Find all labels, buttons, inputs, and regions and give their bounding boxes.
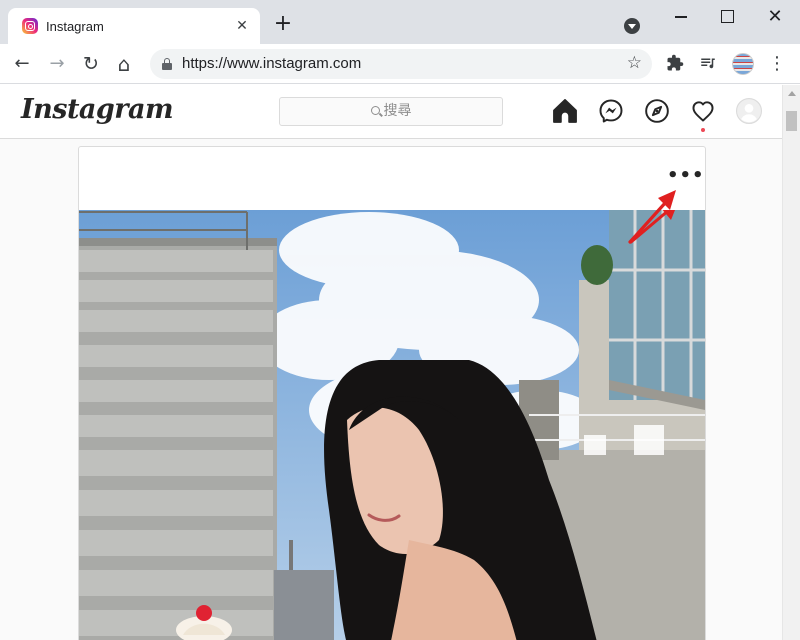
home-icon[interactable] bbox=[552, 98, 578, 124]
search-placeholder: 搜尋 bbox=[383, 103, 412, 119]
instagram-favicon-icon bbox=[22, 18, 38, 34]
browser-toolbar: ← → ↻ ⌂ https://www.instagram.com ☆ ⋮ bbox=[0, 44, 800, 84]
extensions-puzzle-icon[interactable] bbox=[665, 54, 685, 74]
url-text[interactable]: https://www.instagram.com bbox=[182, 55, 361, 72]
forward-button[interactable]: → bbox=[45, 52, 69, 76]
notification-dot bbox=[701, 128, 705, 132]
explore-icon[interactable] bbox=[644, 98, 670, 124]
annotation-arrow bbox=[628, 190, 676, 244]
home-button[interactable]: ⌂ bbox=[112, 52, 136, 76]
browser-tab-instagram[interactable]: Instagram ✕ bbox=[8, 8, 260, 44]
profile-avatar-icon[interactable] bbox=[736, 98, 762, 124]
scroll-up-arrow[interactable] bbox=[788, 91, 796, 96]
instagram-header: Instagram 搜尋 bbox=[0, 85, 782, 139]
search-input[interactable]: 搜尋 bbox=[279, 97, 503, 126]
messenger-icon[interactable] bbox=[598, 98, 624, 124]
reload-button[interactable]: ↻ bbox=[79, 52, 103, 76]
window-minimize-button[interactable] bbox=[670, 6, 692, 28]
back-button[interactable]: ← bbox=[10, 52, 34, 76]
browser-tabstrip: Instagram ✕ + ✕ bbox=[0, 0, 800, 44]
window-maximize-button[interactable] bbox=[716, 6, 738, 28]
chrome-profile-avatar[interactable] bbox=[732, 53, 754, 75]
tab-search-icon[interactable] bbox=[624, 18, 640, 34]
page-viewport: Instagram 搜尋 ••• bbox=[0, 85, 782, 640]
activity-heart-icon[interactable] bbox=[690, 98, 716, 132]
lock-icon[interactable] bbox=[162, 58, 172, 70]
scrollbar-thumb[interactable] bbox=[786, 111, 797, 131]
post-header: ••• bbox=[79, 147, 705, 210]
page-scrollbar[interactable] bbox=[782, 85, 800, 640]
feed-post: ••• bbox=[78, 146, 706, 640]
instagram-logo[interactable]: Instagram bbox=[21, 94, 174, 125]
search-icon bbox=[370, 106, 380, 115]
new-tab-button[interactable]: + bbox=[272, 13, 294, 36]
address-bar[interactable]: https://www.instagram.com ☆ bbox=[150, 49, 652, 79]
post-photo[interactable] bbox=[79, 210, 705, 640]
media-queue-icon[interactable] bbox=[698, 54, 718, 74]
more-options-button[interactable]: ••• bbox=[667, 167, 704, 187]
chrome-menu-button[interactable]: ⋮ bbox=[768, 52, 786, 76]
window-close-button[interactable]: ✕ bbox=[764, 6, 786, 28]
bookmark-star-icon[interactable]: ☆ bbox=[627, 53, 642, 73]
tab-title: Instagram bbox=[46, 19, 104, 34]
tab-close-icon[interactable]: ✕ bbox=[234, 17, 250, 33]
